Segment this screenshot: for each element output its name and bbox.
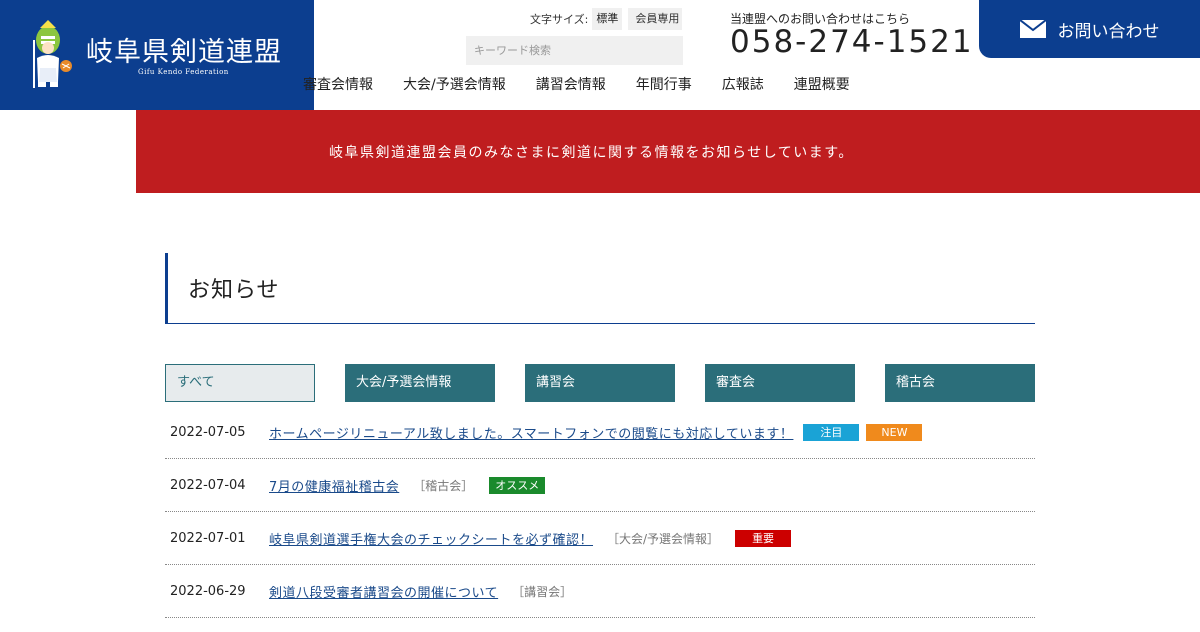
news-item: 2022-07-05 ホームページリニューアル致しました。スマートフォンでの閲覧… [165, 406, 1035, 459]
hero-banner: 岐阜県剣道連盟会員のみなさまに剣道に関する情報をお知らせしています。 [136, 110, 1200, 193]
contact-button-label: お問い合わせ [1057, 21, 1160, 42]
news-title-link[interactable]: 7月の健康福祉稽古会 [269, 476, 399, 495]
search-input[interactable] [466, 36, 683, 65]
hero-message: 岐阜県剣道連盟会員のみなさまに剣道に関する情報をお知らせしています。 [329, 144, 854, 161]
news-list: 2022-07-05 ホームページリニューアル致しました。スマートフォンでの閲覧… [165, 406, 1035, 618]
news-category: ［大会/予選会情報］ [607, 531, 720, 546]
news-item: 2022-07-01 岐阜県剣道選手権大会のチェックシートを必ず確認！ ［大会/… [165, 512, 1035, 565]
font-size-large-group: 大 会員専用 [628, 8, 686, 30]
badge-notice: 注目 [803, 423, 860, 441]
font-size-standard-button[interactable]: 標準 [592, 8, 623, 30]
tab-all[interactable]: すべて [165, 364, 315, 402]
tab-shinsakai[interactable]: 審査会 [705, 364, 855, 402]
logo-title: 岐阜県剣道連盟 [86, 37, 282, 68]
contact-button[interactable]: お問い合わせ [979, 0, 1200, 58]
news-title-link[interactable]: 剣道八段受審者講習会の開催について [269, 582, 498, 601]
news-category: ［講習会］ [512, 584, 573, 599]
contact-phone[interactable]: 058-274-1521 [730, 24, 974, 60]
tab-taikai[interactable]: 大会/予選会情報 [345, 364, 495, 402]
badge-new: NEW [866, 423, 923, 441]
news-filter-tabs: すべて 大会/予選会情報 講習会 審査会 稽古会 [165, 364, 1035, 402]
member-only-link[interactable]: 会員専用 [632, 8, 683, 30]
nav-item-shinsa[interactable]: 審査会情報 [303, 74, 373, 94]
news-item: 2022-07-04 7月の健康福祉稽古会 ［稽古会］ オススメ [165, 459, 1035, 512]
font-size-controls: 文字サイズ: 標準 大 会員専用 [530, 8, 686, 30]
news-category: ［稽古会］ [413, 478, 474, 493]
nav-item-about[interactable]: 連盟概要 [794, 74, 850, 94]
tab-koshukai[interactable]: 講習会 [525, 364, 675, 402]
global-nav: 審査会情報 大会/予選会情報 講習会情報 年間行事 広報誌 連盟概要 [303, 74, 880, 94]
font-size-label: 文字サイズ: [530, 13, 589, 26]
nav-item-annual-events[interactable]: 年間行事 [636, 74, 692, 94]
site-logo[interactable]: 岐阜県剣道連盟 Gifu Kendo Federation [0, 0, 314, 110]
tab-keikokai[interactable]: 稽古会 [885, 364, 1035, 402]
mail-icon [1019, 20, 1046, 38]
page: 岐阜県剣道連盟 Gifu Kendo Federation 文字サイズ: 標準 … [0, 0, 1200, 632]
logo-subtitle: Gifu Kendo Federation [138, 68, 229, 76]
news-title-link[interactable]: ホームページリニューアル致しました。スマートフォンでの閲覧にも対応しています！ [269, 423, 793, 442]
badge-important: 重要 [735, 529, 792, 547]
nav-item-koshukai[interactable]: 講習会情報 [536, 74, 606, 94]
nav-item-taikai[interactable]: 大会/予選会情報 [403, 74, 506, 94]
news-date: 2022-07-01 [170, 530, 246, 546]
news-section-title: お知らせ [165, 253, 1035, 324]
kendo-mascot-icon [33, 20, 72, 88]
news-item: 2022-06-29 剣道八段受審者講習会の開催について ［講習会］ [165, 565, 1035, 618]
news-title-link[interactable]: 岐阜県剣道選手権大会のチェックシートを必ず確認！ [269, 529, 593, 548]
news-date: 2022-07-05 [170, 424, 246, 440]
news-date: 2022-06-29 [170, 583, 246, 599]
nav-item-newsletter[interactable]: 広報誌 [722, 74, 764, 94]
news-date: 2022-07-04 [170, 477, 246, 493]
news-title: お知らせ [188, 278, 280, 303]
badge-recommend: オススメ [489, 476, 546, 494]
